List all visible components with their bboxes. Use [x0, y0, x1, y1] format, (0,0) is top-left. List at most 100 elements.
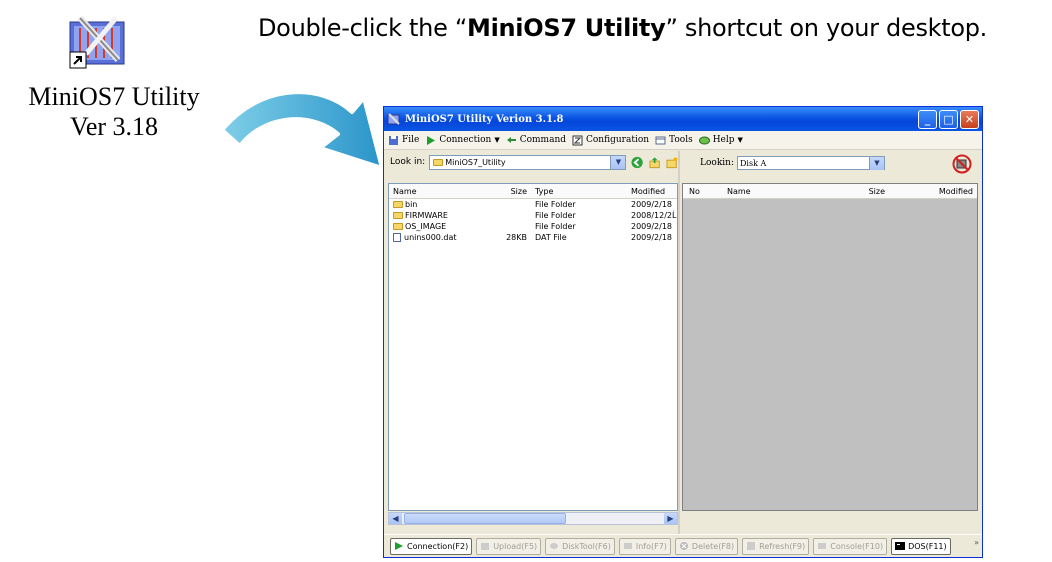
- console-button-label: Console(F10): [830, 541, 884, 551]
- item-type: DAT File: [535, 233, 567, 242]
- upload-button[interactable]: Upload(F5): [476, 537, 542, 555]
- remote-pane: Lookin: Disk A ▼ No Name Size Modified: [680, 151, 980, 537]
- info-button[interactable]: Info(F7): [618, 537, 671, 555]
- miniOS7-utility-shortcut-icon[interactable]: [66, 8, 130, 72]
- window-titlebar[interactable]: MiniOS7 Utility Verion 3.1.8 _ □ ✕: [384, 107, 982, 131]
- bottom-toolbar: Connection(F2) Upload(F5) DiskTool(F6) I…: [384, 534, 982, 557]
- col-header-size[interactable]: Size: [499, 187, 531, 196]
- col-header-name[interactable]: Name: [389, 187, 499, 196]
- col-header-size[interactable]: Size: [823, 187, 891, 196]
- info-button-label: Info(F7): [635, 541, 667, 551]
- dropdown-arrow-icon: ▼: [494, 136, 500, 144]
- dropdown-arrow-icon: ▼: [737, 136, 743, 144]
- desktop-label-line1: MiniOS7 Utility: [28, 82, 200, 111]
- menu-command[interactable]: Command: [506, 135, 566, 146]
- dos-prompt-icon: [895, 542, 906, 550]
- desktop-label-line2: Ver 3.18: [69, 112, 159, 141]
- app-icon: [387, 113, 400, 125]
- remote-file-list[interactable]: No Name Size Modified: [682, 183, 978, 511]
- item-name: OS_IMAGE: [405, 222, 447, 231]
- menu-connection[interactable]: Connection ▼: [425, 135, 500, 146]
- window-title: MiniOS7 Utility Verion 3.1.8: [405, 113, 564, 125]
- local-folder-select[interactable]: MiniOS7_Utility ▼: [429, 154, 627, 170]
- local-file-list[interactable]: Name Size Type Modified bin File Folder …: [388, 183, 678, 511]
- disconnected-icon: [952, 154, 972, 174]
- col-header-type[interactable]: Type: [531, 187, 627, 196]
- col-header-modified[interactable]: Modified: [627, 187, 677, 196]
- item-type: File Folder: [535, 222, 576, 231]
- back-icon[interactable]: [631, 156, 644, 169]
- menu-file[interactable]: File: [388, 135, 419, 146]
- new-folder-icon[interactable]: [666, 156, 678, 169]
- upload-icon: [481, 543, 490, 550]
- instruction-text: Double-click the “MiniOS7 Utility” short…: [258, 14, 987, 42]
- delete-button[interactable]: Delete(F8): [674, 537, 739, 555]
- refresh-button-label: Refresh(F9): [759, 541, 806, 551]
- menu-help-label: Help: [712, 135, 735, 145]
- item-type: File Folder: [535, 200, 576, 209]
- menu-help[interactable]: Help ▼: [698, 135, 743, 146]
- scrollbar-thumb[interactable]: [404, 513, 566, 524]
- instruction-suffix: ” shortcut on your desktop.: [665, 14, 988, 42]
- remote-lookin-label: Lookin:: [700, 158, 734, 168]
- folder-icon: [393, 201, 403, 208]
- scroll-left-icon[interactable]: ◀: [389, 513, 402, 524]
- up-folder-icon[interactable]: [649, 156, 661, 169]
- local-lookin-label: Look in:: [390, 157, 426, 167]
- menu-configuration[interactable]: Configuration: [572, 135, 649, 146]
- console-button[interactable]: Console(F10): [813, 537, 888, 555]
- minimize-button[interactable]: _: [918, 109, 937, 129]
- floppy-icon: [389, 135, 398, 145]
- info-icon: [623, 543, 632, 549]
- local-list-header: Name Size Type Modified: [389, 184, 677, 199]
- list-item[interactable]: OS_IMAGE File Folder 2009/2/18: [389, 221, 677, 232]
- folder-icon: [393, 223, 403, 230]
- maximize-button[interactable]: □: [939, 109, 958, 129]
- item-modified: 2009/2/18: [631, 222, 673, 231]
- menu-tools[interactable]: Tools: [655, 135, 693, 146]
- arrows-icon: [506, 136, 516, 143]
- folder-icon: [433, 158, 444, 166]
- list-item[interactable]: bin File Folder 2009/2/18: [389, 199, 677, 210]
- col-header-name[interactable]: Name: [723, 187, 823, 196]
- folder-icon: [393, 212, 403, 219]
- toolbar-overflow-icon[interactable]: »: [974, 538, 979, 547]
- tools-icon: [655, 136, 666, 144]
- chevron-down-icon[interactable]: ▼: [610, 155, 626, 169]
- disk-icon: [550, 543, 559, 549]
- local-pane: Look in: MiniOS7_Utility ▼ Name Size Typ…: [386, 151, 680, 537]
- item-name: FIRMWARE: [405, 211, 448, 220]
- dos-button[interactable]: DOS(F11): [891, 537, 951, 555]
- split-panes: Look in: MiniOS7_Utility ▼ Name Size Typ…: [386, 151, 980, 537]
- scroll-right-icon[interactable]: ▶: [664, 513, 677, 524]
- instruction-prefix: Double-click the “: [258, 14, 468, 42]
- menu-configuration-label: Configuration: [586, 135, 650, 145]
- item-name: bin: [405, 200, 418, 209]
- horizontal-scrollbar[interactable]: ◀ ▶: [388, 512, 678, 525]
- close-button[interactable]: ✕: [960, 109, 979, 129]
- refresh-icon: [747, 542, 756, 550]
- connection-button-label: Connection(F2): [407, 541, 469, 551]
- desktop-shortcut-label[interactable]: MiniOS7 Utility Ver 3.18: [8, 82, 220, 142]
- disktool-button-label: DiskTool(F6): [562, 541, 611, 551]
- col-header-no[interactable]: No: [683, 187, 723, 196]
- upload-button-label: Upload(F5): [493, 541, 538, 551]
- help-icon: [698, 136, 710, 144]
- miniOS7-utility-window: MiniOS7 Utility Verion 3.1.8 _ □ ✕ File …: [383, 106, 983, 558]
- disktool-button[interactable]: DiskTool(F6): [545, 537, 615, 555]
- menu-file-label: File: [402, 135, 420, 145]
- list-item[interactable]: unins000.dat 28KB DAT File 2009/2/18: [389, 232, 677, 243]
- refresh-button[interactable]: Refresh(F9): [742, 537, 810, 555]
- remote-lookin-row: Lookin: Disk A ▼: [700, 156, 885, 170]
- menu-tools-label: Tools: [669, 135, 693, 145]
- menu-connection-label: Connection: [439, 135, 492, 145]
- chevron-down-icon[interactable]: ▼: [868, 156, 884, 170]
- col-header-modified[interactable]: Modified: [891, 187, 977, 196]
- list-item[interactable]: FIRMWARE File Folder 2008/12/2Ĺ: [389, 210, 677, 221]
- instruction-bold: MiniOS7 Utility: [467, 14, 666, 42]
- remote-disk-select[interactable]: Disk A ▼: [736, 156, 885, 170]
- item-name: unins000.dat: [404, 233, 457, 242]
- local-folder-value: MiniOS7_Utility: [445, 157, 506, 167]
- file-icon: [393, 233, 401, 242]
- connection-button[interactable]: Connection(F2): [390, 537, 473, 555]
